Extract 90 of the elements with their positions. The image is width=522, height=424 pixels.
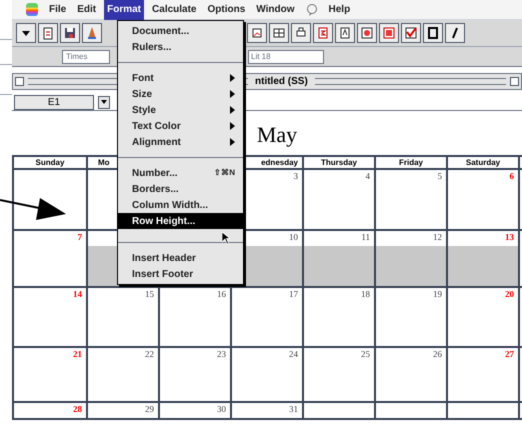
date-number: 28 [73, 404, 82, 414]
pointer-cursor-icon [222, 232, 230, 244]
date-number: 14 [73, 289, 82, 299]
date-number: 27 [505, 349, 514, 359]
arrow [0, 196, 66, 222]
toolbar-button[interactable] [60, 23, 80, 43]
date-number: 15 [145, 289, 154, 299]
menu-item[interactable]: Insert Header [118, 250, 243, 266]
toolbar-button[interactable] [335, 23, 355, 43]
column-header: Mo [98, 158, 110, 167]
toolbar-button[interactable] [247, 23, 267, 43]
menu-title[interactable]: File [49, 2, 66, 17]
menu-item[interactable]: Size [118, 86, 243, 102]
date-number: 10 [289, 232, 298, 242]
menu-title[interactable]: Edit [77, 2, 96, 17]
sum-icon [316, 26, 330, 40]
date-number: 7 [78, 232, 82, 242]
column-header: ednesday [261, 158, 298, 167]
menu-title[interactable]: Format [104, 0, 144, 20]
zoom-box[interactable] [510, 77, 519, 86]
date-number: 20 [505, 289, 514, 299]
column-header: Friday [398, 158, 423, 167]
date-number: 19 [433, 289, 442, 299]
menu-title[interactable]: Options [208, 2, 246, 17]
toolbar-button[interactable] [401, 23, 421, 43]
window-title: ntitled (SS) [254, 75, 309, 89]
close-box[interactable] [15, 77, 24, 86]
month-title: May [256, 123, 298, 147]
date-number: 13 [505, 232, 514, 242]
grid-icon [272, 26, 286, 40]
date-number: 23 [217, 349, 226, 359]
toolbar-button[interactable] [38, 23, 58, 43]
menu-item[interactable]: Document... [118, 23, 243, 39]
bold-icon [428, 27, 438, 39]
date-number: 17 [289, 289, 298, 299]
menu-item[interactable]: Rulers... [118, 39, 243, 55]
date-number: 4 [366, 171, 370, 181]
italic-icon [451, 27, 459, 39]
pen-icon [85, 26, 99, 40]
toolbar-button[interactable] [16, 23, 36, 43]
menu-item[interactable]: Style [118, 102, 243, 118]
toolbar-button[interactable] [291, 23, 311, 43]
document-icon [41, 26, 55, 40]
date-number: 21 [73, 349, 82, 359]
size-field[interactable]: Lit 18 [248, 50, 324, 64]
cell-reference-field[interactable]: E1 [14, 94, 94, 110]
menu-item[interactable]: Row Height... [118, 213, 243, 229]
target-icon [360, 26, 374, 40]
column-header: Thursday [320, 158, 357, 167]
date-number: 30 [217, 404, 226, 414]
toolbar-button[interactable] [269, 23, 289, 43]
bold-button[interactable] [423, 23, 443, 43]
date-number: 29 [145, 404, 154, 414]
menu-item[interactable]: Number... ⇧⌘N [118, 165, 243, 181]
date-number: 16 [217, 289, 226, 299]
date-number: 3 [294, 171, 298, 181]
apple-menu-icon[interactable] [26, 3, 38, 16]
date-number: 6 [510, 171, 514, 181]
menu-title[interactable]: Help [328, 2, 350, 17]
date-number: 22 [145, 349, 154, 359]
chart-icon [250, 26, 264, 40]
date-number: 26 [433, 349, 442, 359]
stop-icon [382, 26, 396, 40]
toolbar-button[interactable] [357, 23, 377, 43]
dropdown-button[interactable] [98, 96, 110, 108]
menu-item[interactable]: Borders... [118, 181, 243, 197]
menu-item[interactable]: Column Width... [118, 197, 243, 213]
menu-item[interactable]: Font [118, 70, 243, 86]
toolbar-button[interactable] [313, 23, 333, 43]
toolbar-button[interactable] [82, 23, 102, 43]
toolbar-button[interactable] [379, 23, 399, 43]
date-number: 5 [438, 171, 442, 181]
date-number: 11 [361, 232, 370, 242]
menu-title[interactable]: Window [256, 2, 295, 17]
menu-item[interactable]: Text Color [118, 118, 243, 134]
date-number: 12 [433, 232, 442, 242]
menu-item[interactable]: Insert Footer [118, 266, 243, 282]
menu-title[interactable]: Calculate [152, 2, 196, 17]
check-icon [404, 26, 418, 40]
italic-button[interactable] [445, 23, 465, 43]
column-header: Saturday [466, 158, 500, 167]
date-number: 24 [289, 349, 298, 359]
date-number: 18 [361, 289, 370, 299]
column-header: Sunday [36, 158, 64, 167]
caret-icon [101, 100, 107, 104]
date-number: 25 [361, 349, 370, 359]
menu-item[interactable]: Alignment [118, 134, 243, 150]
help-balloon-icon[interactable] [306, 4, 318, 16]
date-number: 31 [289, 404, 298, 414]
font-field[interactable]: Times [62, 50, 110, 64]
